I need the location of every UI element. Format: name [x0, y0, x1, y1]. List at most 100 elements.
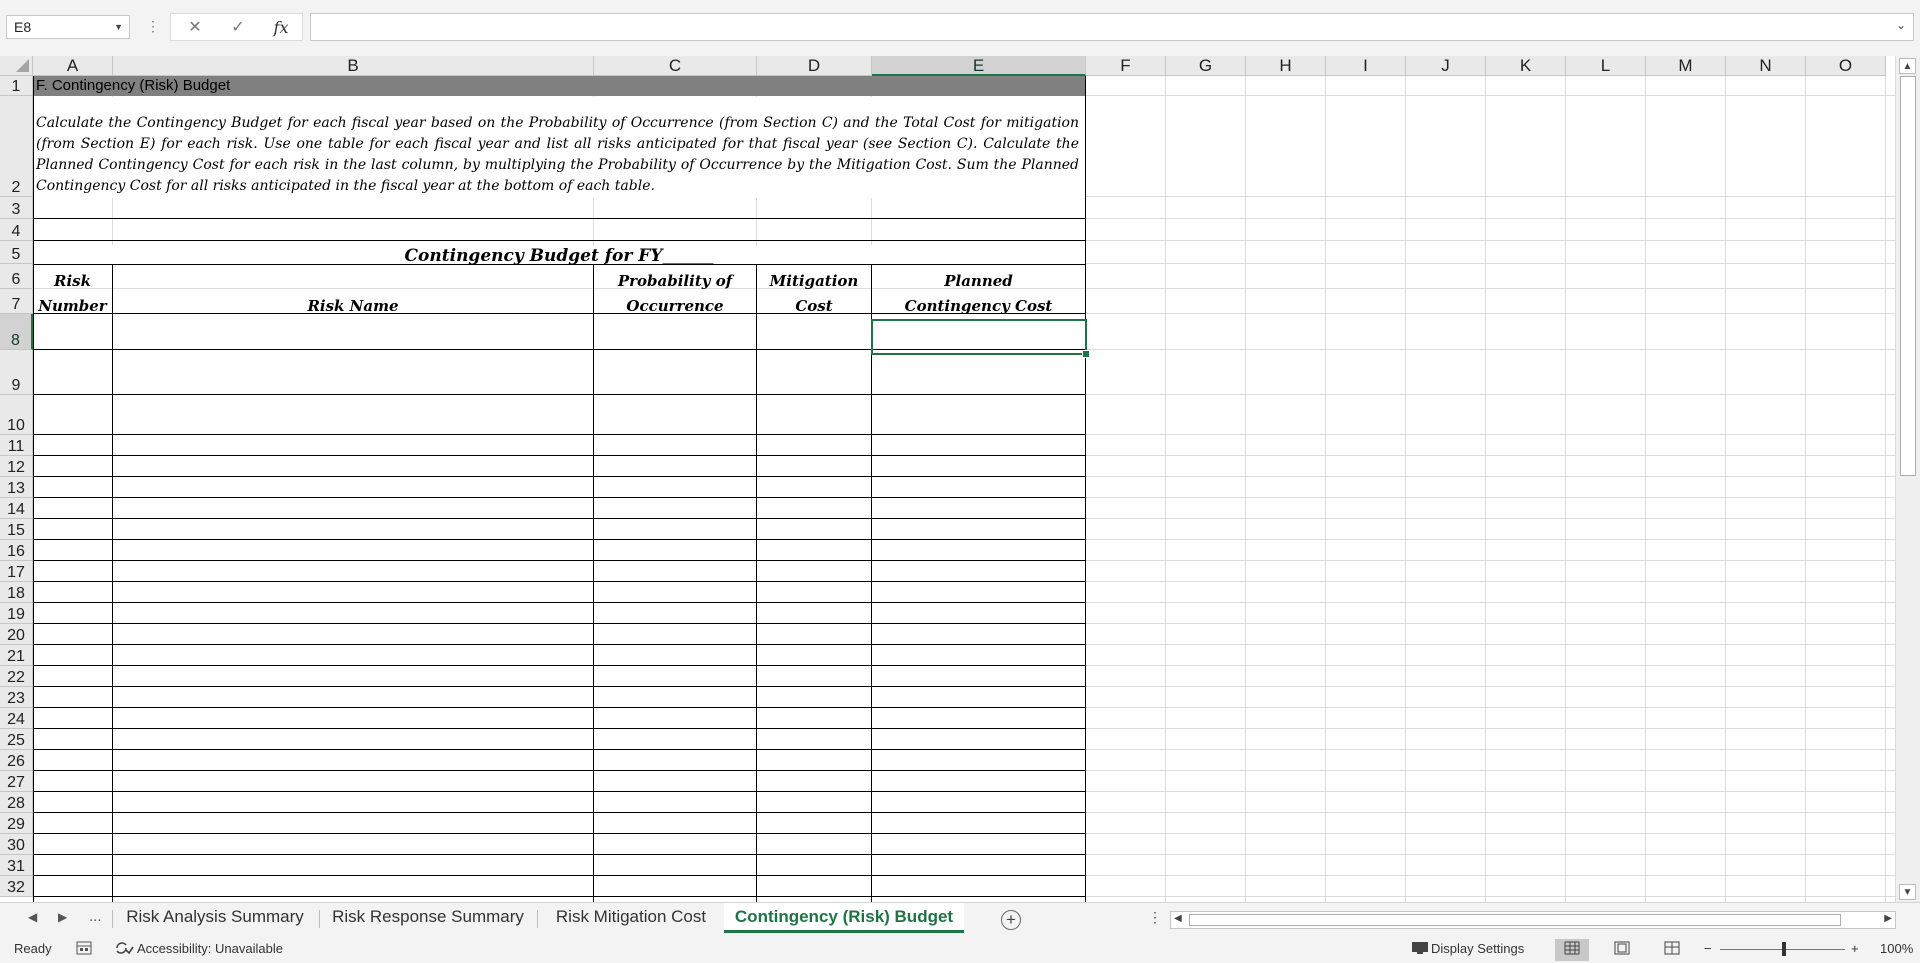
name-box[interactable]: E8 ▼: [6, 15, 130, 39]
row-header-8[interactable]: 8: [0, 314, 33, 350]
column-header-e[interactable]: E: [872, 56, 1086, 76]
more-options-icon[interactable]: ⋮: [146, 17, 160, 35]
column-header-d[interactable]: D: [757, 56, 872, 76]
header-risk-number[interactable]: Risk Number: [33, 269, 112, 319]
row-header-6[interactable]: 6: [0, 264, 33, 289]
more-sheets-button[interactable]: ...: [89, 908, 102, 925]
scroll-down-icon[interactable]: ▼: [1899, 884, 1916, 900]
insert-function-icon[interactable]: fx: [263, 16, 299, 40]
row-header-19[interactable]: 19: [0, 603, 33, 624]
column-header-i[interactable]: I: [1326, 56, 1406, 76]
row-header-25[interactable]: 25: [0, 729, 33, 750]
macro-record-icon[interactable]: [76, 941, 92, 959]
row-header-29[interactable]: 29: [0, 813, 33, 834]
description-cell[interactable]: Calculate the Contingency Budget for eac…: [33, 97, 1085, 198]
row-header-14[interactable]: 14: [0, 498, 33, 519]
row-header-16[interactable]: 16: [0, 540, 33, 561]
accessibility-status[interactable]: Accessibility: Unavailable: [137, 941, 283, 957]
next-sheet-icon[interactable]: ▶: [58, 910, 67, 924]
horizontal-scroll-thumb[interactable]: [1189, 914, 1841, 926]
column-header-c[interactable]: C: [594, 56, 757, 76]
row-header-28[interactable]: 28: [0, 792, 33, 813]
scroll-right-icon[interactable]: ▶: [1884, 913, 1892, 924]
row-header-2[interactable]: 2: [0, 96, 33, 197]
row-header-32[interactable]: 32: [0, 876, 33, 897]
worksheet-grid[interactable]: F. Contingency (Risk) Budget Calculate t…: [33, 76, 1895, 902]
row-header-3[interactable]: 3: [0, 197, 33, 219]
column-header-m[interactable]: M: [1646, 56, 1726, 76]
header-probability[interactable]: Probability of Occurrence: [594, 269, 756, 319]
vertical-scrollbar[interactable]: ▲ ▼: [1895, 56, 1920, 902]
header-mitigation-line1: Mitigation: [769, 272, 859, 290]
row-header-11[interactable]: 11: [0, 435, 33, 456]
fill-handle[interactable]: [1082, 350, 1090, 358]
header-risk-name[interactable]: Risk Name: [113, 269, 593, 319]
row-header-4[interactable]: 4: [0, 219, 33, 241]
status-bar: Ready Accessibility: Unavailable Display…: [0, 935, 1920, 963]
row-header-22[interactable]: 22: [0, 666, 33, 687]
accessibility-icon[interactable]: [114, 941, 134, 959]
row-header-18[interactable]: 18: [0, 582, 33, 603]
column-header-f[interactable]: F: [1086, 56, 1166, 76]
row-header-26[interactable]: 26: [0, 750, 33, 771]
row-header-7[interactable]: 7: [0, 289, 33, 314]
formula-input[interactable]: ⌄: [310, 13, 1914, 41]
row-header-20[interactable]: 20: [0, 624, 33, 645]
cancel-icon[interactable]: ✕: [177, 16, 213, 40]
column-header-a[interactable]: A: [33, 56, 113, 76]
page-layout-view-icon[interactable]: [1605, 939, 1639, 961]
display-settings-icon[interactable]: [1411, 941, 1429, 959]
expand-formula-bar-icon[interactable]: ⌄: [1896, 18, 1906, 32]
enter-icon[interactable]: ✓: [220, 16, 256, 40]
tab-risk-response-summary[interactable]: Risk Response Summary: [324, 903, 532, 933]
header-planned-line1: Planned: [944, 272, 1013, 290]
prev-sheet-icon[interactable]: ◀: [28, 910, 37, 924]
column-header-h[interactable]: H: [1246, 56, 1326, 76]
header-mitigation-cost[interactable]: Mitigation Cost: [757, 269, 871, 319]
display-settings-label[interactable]: Display Settings: [1431, 941, 1524, 957]
column-header-l[interactable]: L: [1566, 56, 1646, 76]
scroll-up-icon[interactable]: ▲: [1899, 58, 1916, 74]
add-sheet-icon[interactable]: +: [1001, 910, 1021, 930]
zoom-in-button[interactable]: +: [1851, 941, 1859, 957]
column-header-j[interactable]: J: [1406, 56, 1486, 76]
row-header-31[interactable]: 31: [0, 855, 33, 876]
row-header-9[interactable]: 9: [0, 350, 33, 395]
row-header-10[interactable]: 10: [0, 395, 33, 435]
zoom-level[interactable]: 100%: [1880, 941, 1913, 957]
header-planned-contingency[interactable]: Planned Contingency Cost: [872, 269, 1085, 319]
row-header-17[interactable]: 17: [0, 561, 33, 582]
normal-view-icon[interactable]: [1555, 939, 1589, 961]
column-header-g[interactable]: G: [1166, 56, 1246, 76]
page-break-view-icon[interactable]: [1655, 939, 1689, 961]
zoom-slider-handle[interactable]: [1782, 942, 1786, 956]
column-header-b[interactable]: B: [113, 56, 594, 76]
row-header-15[interactable]: 15: [0, 519, 33, 540]
tab-splitter-icon[interactable]: ⋮: [1148, 909, 1162, 926]
sheet-tabs-bar: ◀ ▶ ... Risk Analysis Summary Risk Respo…: [0, 902, 1920, 935]
scroll-left-icon[interactable]: ◀: [1174, 913, 1182, 924]
horizontal-scrollbar[interactable]: ◀ ▶: [1170, 911, 1896, 929]
tab-contingency-risk-budget[interactable]: Contingency (Risk) Budget: [724, 903, 964, 933]
section-title-cell[interactable]: F. Contingency (Risk) Budget: [33, 76, 1085, 96]
active-cell-selection[interactable]: [871, 319, 1087, 355]
column-header-n[interactable]: N: [1726, 56, 1806, 76]
zoom-out-button[interactable]: −: [1704, 941, 1712, 957]
row-header-21[interactable]: 21: [0, 645, 33, 666]
column-header-o[interactable]: O: [1806, 56, 1886, 76]
row-header-24[interactable]: 24: [0, 708, 33, 729]
row-header-30[interactable]: 30: [0, 834, 33, 855]
row-header-5[interactable]: 5: [0, 241, 33, 264]
vertical-scroll-thumb[interactable]: [1900, 76, 1916, 476]
column-header-k[interactable]: K: [1486, 56, 1566, 76]
header-probability-line2: Occurrence: [626, 297, 724, 315]
tab-risk-analysis-summary[interactable]: Risk Analysis Summary: [117, 903, 313, 933]
tab-risk-mitigation-cost[interactable]: Risk Mitigation Cost: [542, 903, 720, 933]
row-header-27[interactable]: 27: [0, 771, 33, 792]
select-all-button[interactable]: [0, 56, 33, 76]
row-header-12[interactable]: 12: [0, 456, 33, 477]
row-header-23[interactable]: 23: [0, 687, 33, 708]
row-header-1[interactable]: 1: [0, 76, 33, 96]
name-box-dropdown-icon[interactable]: ▼: [114, 16, 123, 38]
row-header-13[interactable]: 13: [0, 477, 33, 498]
